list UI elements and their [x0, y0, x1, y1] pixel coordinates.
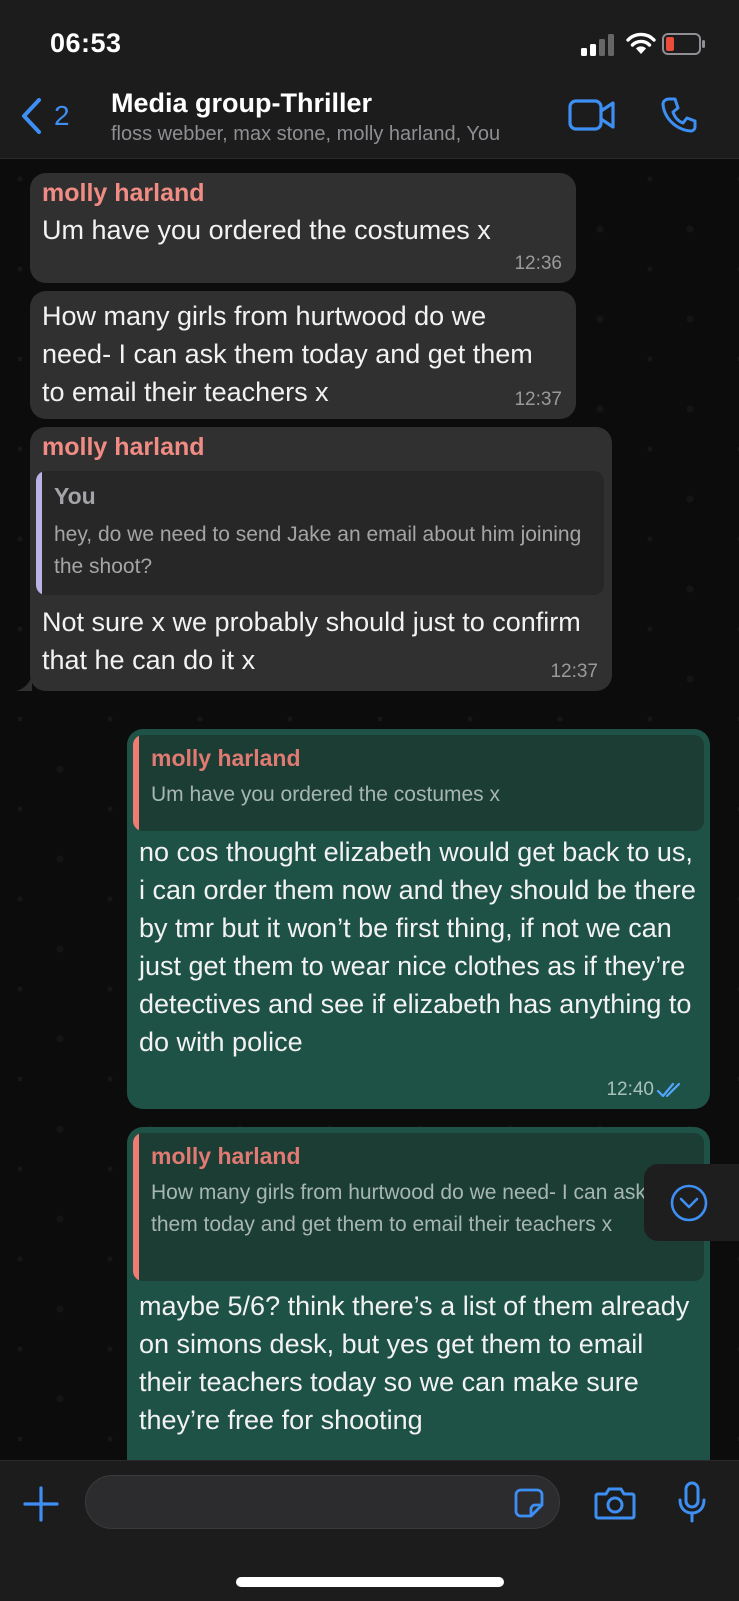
- quoted-message[interactable]: molly harland Um have you ordered the co…: [133, 735, 704, 831]
- message-list[interactable]: molly harland Um have you ordered the co…: [0, 159, 739, 1460]
- bubble-tail: [16, 675, 32, 691]
- quote-author: molly harland: [151, 745, 301, 771]
- message-time: 12:36: [514, 253, 562, 274]
- back-chevron-icon: [22, 98, 41, 134]
- unread-count: 2: [54, 100, 70, 131]
- quote-text: hey, do we need to send Jake an email ab…: [54, 523, 582, 578]
- message-input[interactable]: [85, 1475, 560, 1529]
- quote-bar: [36, 471, 42, 595]
- camera-icon[interactable]: [594, 1485, 636, 1521]
- home-indicator[interactable]: [236, 1577, 504, 1587]
- quote-text: Um have you ordered the costumes x: [151, 783, 501, 806]
- read-receipt-icon: [656, 1082, 681, 1098]
- quoted-message[interactable]: molly harland How many girls from hurtwo…: [133, 1133, 704, 1281]
- message-bubble-incoming[interactable]: How many girls from hurtwood do we need-…: [30, 291, 576, 419]
- message-bubble-outgoing[interactable]: molly harland How many girls from hurtwo…: [127, 1127, 710, 1460]
- message-text: Not sure x we probably should just to co…: [42, 607, 581, 675]
- message-bubble-incoming[interactable]: molly harland You hey, do we need to sen…: [30, 427, 612, 691]
- chat-participants[interactable]: floss webber, max stone, molly harland, …: [111, 123, 500, 146]
- scroll-down-button[interactable]: [644, 1164, 739, 1241]
- message-time: 12:37: [550, 661, 598, 682]
- plus-icon[interactable]: [22, 1485, 60, 1523]
- back-button[interactable]: 2: [20, 96, 70, 136]
- quote-author: You: [54, 483, 96, 509]
- video-call-icon[interactable]: [568, 98, 616, 132]
- message-bubble-outgoing[interactable]: molly harland Um have you ordered the co…: [127, 729, 710, 1109]
- message-text: no cos thought elizabeth would get back …: [139, 837, 696, 1057]
- chat-header: 2 Media group-Thriller floss webber, max…: [0, 88, 739, 159]
- scroll-down-icon: [670, 1184, 708, 1222]
- battery-low-icon: [662, 33, 705, 55]
- message-text: Um have you ordered the costumes x: [42, 215, 491, 245]
- message-time: 12:37: [514, 389, 562, 410]
- status-bar: 06:53: [0, 0, 739, 88]
- message-text: How many girls from hurtwood do we need-…: [42, 301, 533, 407]
- sender-name: molly harland: [42, 433, 205, 461]
- quoted-message[interactable]: You hey, do we need to send Jake an emai…: [36, 471, 604, 595]
- chat-title[interactable]: Media group-Thriller: [111, 88, 372, 119]
- quote-bar: [133, 1133, 139, 1281]
- cellular-signal-icon: [581, 34, 614, 56]
- message-bubble-incoming[interactable]: molly harland Um have you ordered the co…: [30, 173, 576, 283]
- message-text: maybe 5/6? think there’s a list of them …: [139, 1291, 690, 1435]
- quote-bar: [133, 735, 139, 831]
- microphone-icon[interactable]: [677, 1481, 707, 1523]
- sender-name: molly harland: [42, 179, 205, 207]
- phone-call-icon[interactable]: [660, 96, 698, 134]
- sticker-icon[interactable]: [513, 1487, 545, 1519]
- message-time: 12:40: [606, 1079, 654, 1100]
- quote-text: How many girls from hurtwood do we need-…: [151, 1181, 646, 1236]
- status-time: 06:53: [50, 28, 122, 58]
- quote-author: molly harland: [151, 1143, 301, 1169]
- wifi-icon: [626, 32, 656, 54]
- composer-bar: [0, 1460, 739, 1601]
